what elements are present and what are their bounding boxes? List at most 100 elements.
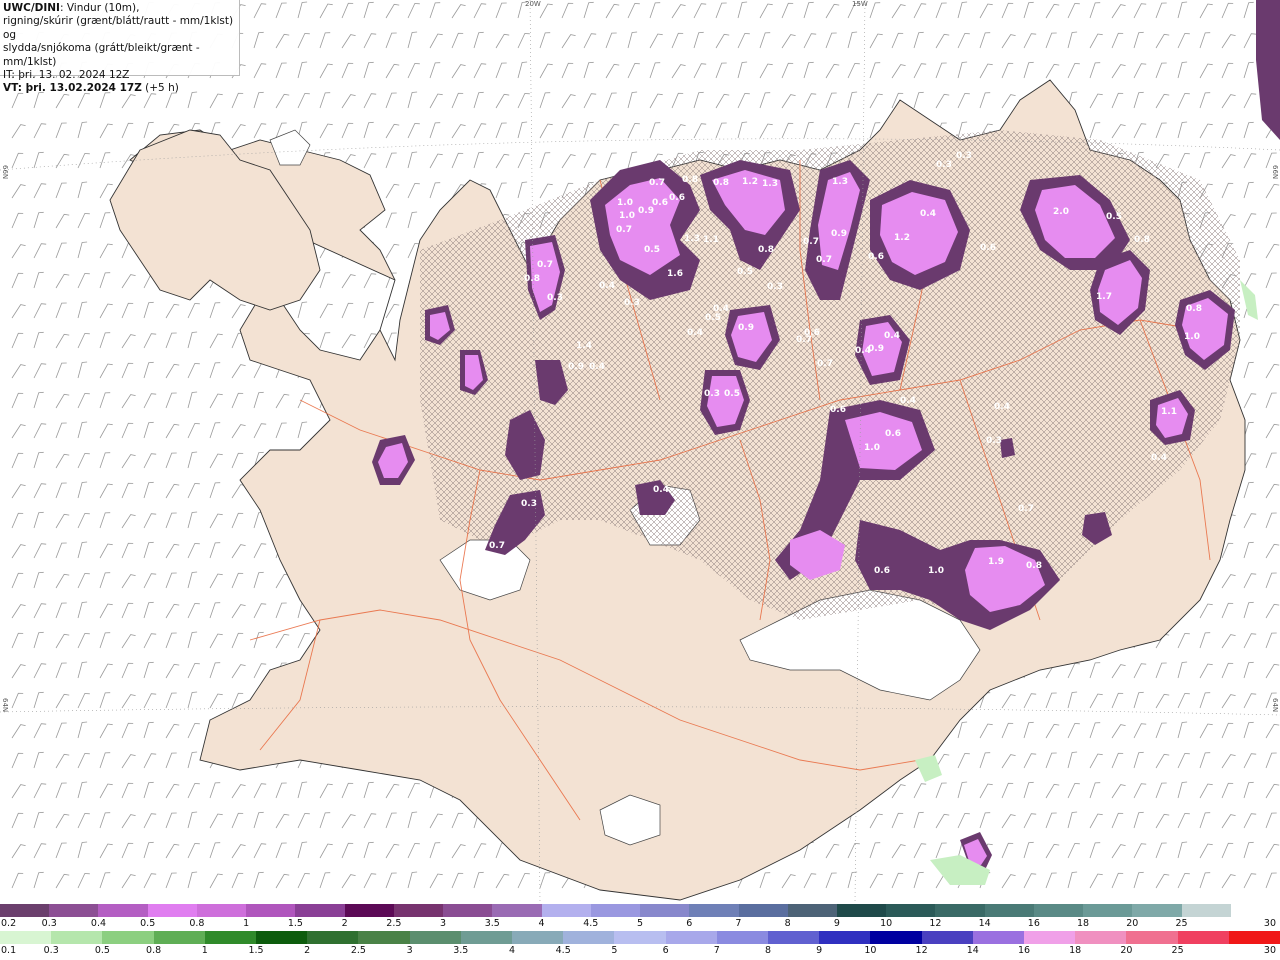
legend-label: 2 <box>304 945 311 956</box>
legend-label: 1.5 <box>248 945 264 956</box>
legend-label: 8 <box>764 945 772 956</box>
legend-label: 18 <box>1077 918 1090 929</box>
precip-value-label: 0.6 <box>830 405 846 415</box>
legend-swatch <box>590 904 641 917</box>
legend-swatch <box>972 931 1025 944</box>
legend-label: 16 <box>1017 945 1031 956</box>
precip-value-label: 0.4 <box>994 402 1010 412</box>
legend-label: 0.8 <box>146 945 162 956</box>
legend-label: 0.3 <box>43 945 59 956</box>
info-line-3: slydda/snjókoma (grátt/bleikt/grænt - mm… <box>3 42 200 68</box>
legend-snow-labels: 0.2 0.3 0.4 0.5 0.8 1 1.5 2 2.5 3 3.5 4 4.5 5 6 7 8 9 10 12… <box>0 918 1280 931</box>
legend-swatch <box>689 904 739 917</box>
legend-label: 8 <box>784 918 791 929</box>
precip-value-label: 0.7 <box>649 178 665 188</box>
legend-swatch <box>492 904 542 917</box>
precip-value-label: 1.3 <box>832 177 848 187</box>
legend-swatch <box>358 931 410 944</box>
legend-label: 30 <box>1263 945 1276 956</box>
precip-value-label: 2.0 <box>1053 207 1069 217</box>
precip-value-label: 1.3 <box>684 234 700 244</box>
legend-swatch <box>512 931 564 944</box>
precip-value-label: 0.4 <box>884 331 900 341</box>
legend-label: 18 <box>1069 945 1082 956</box>
precip-value-label: 0.6 <box>868 252 884 262</box>
precip-value-label: 0.7 <box>1018 504 1034 514</box>
legend-swatch <box>738 904 788 917</box>
precip-value-label: 0.9 <box>831 229 847 239</box>
legend-swatch <box>935 904 985 917</box>
precip-value-label: 1.6 <box>667 269 683 279</box>
legend-label: 4.5 <box>583 918 599 929</box>
legend-swatch <box>393 904 444 917</box>
legend-label: 5 <box>611 945 618 956</box>
legend-label: 2 <box>341 918 348 929</box>
weather-map: 0.7 1.0 1.0 0.6 0.6 0.7 0.9 0.8 0.8 1.2 1.3 1.3 0.3 0… <box>0 0 1280 902</box>
legend-swatch <box>1075 931 1127 944</box>
precip-value-label: 0.7 <box>803 237 819 247</box>
legend-swatch <box>153 931 205 944</box>
legend-label: 9 <box>833 918 840 929</box>
legend-label: 1.5 <box>287 918 303 929</box>
info-line-2: rigning/skúrir (grænt/blátt/rautt - mm/1… <box>3 15 234 41</box>
legend-swatch <box>886 904 936 917</box>
legend-swatch <box>921 931 973 944</box>
precip-value-label: 1.0 <box>1184 332 1200 342</box>
precip-value-label: 0.8 <box>1026 561 1042 571</box>
legend-label: 3.5 <box>453 945 469 956</box>
precip-value-label: 1.0 <box>864 443 880 453</box>
legend-label: 2.5 <box>386 918 402 929</box>
coord-right-64n: 64N <box>1271 698 1279 713</box>
legend-swatch <box>1181 904 1231 917</box>
legend-swatch <box>768 931 820 944</box>
precip-value-label: 0.3 <box>986 436 1002 446</box>
precip-value-label: 0.4 <box>920 209 936 219</box>
coord-top-15w: 15W <box>852 0 868 8</box>
precip-value-label: 1.2 <box>742 177 758 187</box>
precip-value-label: 0.8 <box>758 245 774 255</box>
legend-label: 0.1 <box>1 945 17 956</box>
legend-swatch <box>1228 931 1280 944</box>
precip-value-label: 0.6 <box>885 429 901 439</box>
map-info-box: UWC/DINI: Vindur (10m), rigning/skúrir (… <box>0 0 240 94</box>
legend-label: 12 <box>915 945 928 956</box>
precip-value-label: 0.6 <box>669 193 685 203</box>
legend-swatch <box>246 904 296 917</box>
precip-value-label: 1.1 <box>1161 407 1177 417</box>
precip-value-label: 0.8 <box>713 178 729 188</box>
precip-value-label: 0.6 <box>874 566 890 576</box>
legend-swatch <box>787 904 837 917</box>
precip-value-label: 0.6 <box>804 328 820 338</box>
precip-value-label: 0.5 <box>705 313 721 323</box>
legend-swatch <box>1126 931 1178 944</box>
precip-value-label: 0.8 <box>1186 304 1202 314</box>
precip-value-label: 0.4 <box>589 362 605 372</box>
precip-value-label: 0.4 <box>1151 453 1167 463</box>
legend-swatch <box>716 931 769 944</box>
precip-value-label: 0.8 <box>1134 235 1150 245</box>
info-line-5: VT: þri. 13.02.2024 17Z (+5 h) <box>3 82 179 95</box>
legend-label: 10 <box>864 945 877 956</box>
precip-value-label: 0.5 <box>644 245 660 255</box>
coord-left-64n: 64N <box>1 698 9 713</box>
legend-swatch <box>49 904 99 917</box>
legend-swatch <box>196 904 247 917</box>
precip-value-label: 1.7 <box>1096 292 1112 302</box>
legend-swatch <box>1033 904 1084 917</box>
legend-snow: 0.2 0.3 0.4 0.5 0.8 1 1.5 2 2.5 3 3.5 4 4.5 5 6 7 8 9 10 12… <box>0 904 1280 932</box>
legend-swatch <box>870 931 922 944</box>
legend-label: 5 <box>636 918 644 929</box>
legend-swatch <box>98 904 148 917</box>
legend-label: 20 <box>1126 918 1139 929</box>
legend-rain-swatches <box>0 931 1280 944</box>
legend-label: 7 <box>735 918 742 929</box>
legend-swatch <box>563 931 615 944</box>
legend-swatch <box>836 904 887 917</box>
precip-value-label: 0.8 <box>682 175 698 185</box>
legend-swatch <box>640 904 690 917</box>
precip-value-label: 0.9 <box>738 323 754 333</box>
legend-label: 0.5 <box>94 945 110 956</box>
precip-value-label: 0.3 <box>624 298 640 308</box>
precip-value-label: 0.5 <box>724 389 740 399</box>
precip-value-label: 1.1 <box>703 235 719 245</box>
